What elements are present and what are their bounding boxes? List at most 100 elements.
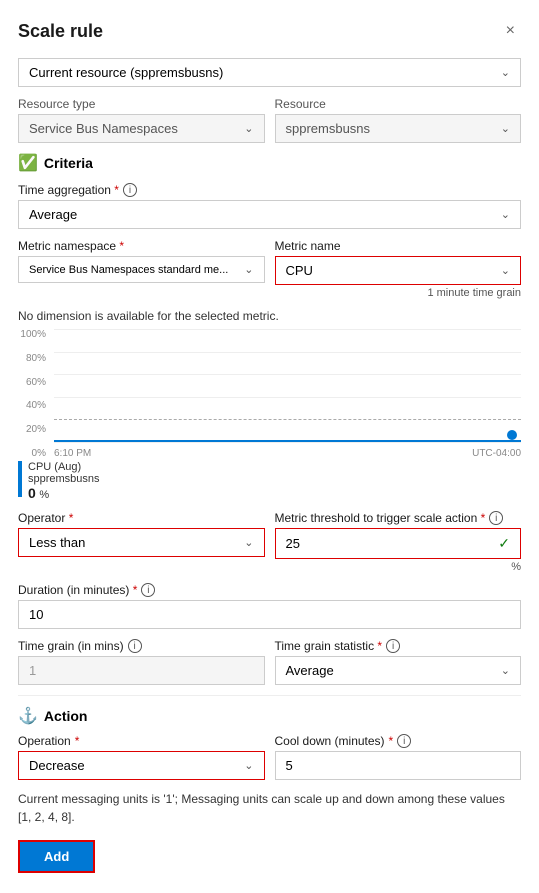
action-label: Action [44,708,88,724]
y-label-60: 60% [18,377,46,388]
grid-line-60 [54,374,521,375]
cool-down-input[interactable] [275,751,522,780]
action-section-title: ⚓ Action [18,706,521,726]
time-grain-stat-info-icon[interactable]: i [386,639,400,653]
x-label-tz: UTC-04:00 [472,448,521,459]
y-label-100: 100% [18,329,46,340]
add-button[interactable]: Add [18,840,95,873]
action-icon: ⚓ [18,706,38,726]
legend-text-group: CPU (Aug) sppremsbusns 0 % [28,461,100,501]
resource-type-row: Resource type Service Bus Namespaces ⌄ R… [18,97,521,143]
panel-title: Scale rule [18,21,103,42]
operation-label: Operation [18,734,71,748]
close-button[interactable]: × [500,20,521,42]
percent-note: % [275,561,522,573]
resource-dropdown[interactable]: Current resource (sppremsbusns) ⌄ [18,58,521,87]
metric-namespace-col: Metric namespace * Service Bus Namespace… [18,239,265,299]
operator-dropdown[interactable]: Less than ⌄ [18,528,265,557]
time-grain-label-row: Time grain (in mins) i [18,639,265,653]
cool-down-label: Cool down (minutes) [275,734,385,748]
legend-sub: sppremsbusns [28,473,100,485]
grid-line-40 [54,397,521,398]
legend-unit: % [39,489,49,501]
operator-label-row: Operator * [18,511,265,525]
resource-type-dropdown: Service Bus Namespaces ⌄ [18,114,265,143]
legend-color-bar [18,461,22,497]
chevron-down-icon-7: ⌄ [244,536,253,549]
note-group: Current messaging units is '1'; Messagin… [18,790,521,826]
time-aggregation-label-row: Time aggregation * i [18,183,521,197]
metric-namespace-dropdown[interactable]: Service Bus Namespaces standard me... ⌄ [18,256,265,283]
criteria-label: Criteria [44,155,93,171]
operator-label: Operator * [18,511,73,525]
grid-line-100 [54,329,521,330]
resource-dropdown-value: Current resource (sppremsbusns) [29,65,223,80]
legend-value: 0 [28,485,36,501]
y-label-40: 40% [18,400,46,411]
duration-group: Duration (in minutes) * i [18,583,521,629]
y-label-80: 80% [18,353,46,364]
y-label-20: 20% [18,424,46,435]
threshold-label: Metric threshold to trigger scale action… [275,511,486,525]
duration-label-row: Duration (in minutes) * i [18,583,521,597]
metric-name-label: Metric name [275,239,341,253]
time-grain-statistic-col: Time grain statistic * i Average ⌄ [275,639,522,685]
divider [18,695,521,696]
operator-threshold-row: Operator * Less than ⌄ Metric threshold … [18,511,521,573]
time-aggregation-label: Time aggregation * [18,183,119,197]
chevron-down-icon: ⌄ [501,66,510,79]
note-text: Current messaging units is '1'; Messagin… [18,790,521,826]
operation-value: Decrease [29,758,85,773]
criteria-section-title: ✅ Criteria [18,153,521,173]
chart-inner [54,329,521,443]
chart-area: 100% 80% 60% 40% 20% 0% 6:10 PM UTC-04:0… [18,329,521,459]
time-grain-stat-label: Time grain statistic * [275,639,383,653]
time-aggregation-info-icon[interactable]: i [123,183,137,197]
operation-dropdown[interactable]: Decrease ⌄ [18,751,265,780]
resource-col: Resource sppremsbusns ⌄ [275,97,522,143]
time-grain-input [18,656,265,685]
time-grain-stat-dropdown[interactable]: Average ⌄ [275,656,522,685]
cool-down-label-row: Cool down (minutes) * i [275,734,522,748]
cool-down-info-icon[interactable]: i [397,734,411,748]
chart-data-line [54,440,521,442]
metric-namespace-label: Metric namespace * [18,239,124,253]
threshold-label-row: Metric threshold to trigger scale action… [275,511,522,525]
scale-rule-panel: Scale rule × Current resource (sppremsbu… [0,0,539,893]
threshold-col: Metric threshold to trigger scale action… [275,511,522,573]
time-aggregation-group: Time aggregation * i Average ⌄ [18,183,521,229]
grid-line-80 [54,352,521,353]
threshold-info-icon[interactable]: i [489,511,503,525]
time-grain-stat-value: Average [286,663,334,678]
metric-name-value: CPU [286,263,313,278]
chart-x-labels: 6:10 PM UTC-04:00 [54,448,521,459]
metric-name-col: Metric name CPU ⌄ 1 minute time grain [275,239,522,299]
time-aggregation-value: Average [29,207,77,222]
no-dimension-text: No dimension is available for the select… [18,309,521,323]
chevron-down-icon-9: ⌄ [244,759,253,772]
chart-blue-dot [507,430,517,440]
metric-name-dropdown[interactable]: CPU ⌄ [275,256,522,285]
metric-name-label-row: Metric name [275,239,522,253]
dashed-line-20 [54,419,521,420]
cool-down-col: Cool down (minutes) * i [275,734,522,780]
legend-value-row: 0 % [28,485,100,501]
operation-label-row: Operation * [18,734,265,748]
duration-input[interactable] [18,600,521,629]
resource-type-value: Service Bus Namespaces [29,121,178,136]
grid-line-0 [54,442,521,443]
resource-label: Resource [275,97,522,111]
chevron-down-icon-6: ⌄ [501,264,510,277]
resource-type-label: Resource type [18,97,265,111]
chevron-down-icon-4: ⌄ [501,208,510,221]
resource-value: sppremsbusns [286,121,371,136]
resource-type-col: Resource type Service Bus Namespaces ⌄ [18,97,265,143]
chevron-down-icon-5: ⌄ [244,263,253,276]
operator-value: Less than [29,535,85,550]
time-aggregation-dropdown[interactable]: Average ⌄ [18,200,521,229]
operation-col: Operation * Decrease ⌄ [18,734,265,780]
time-grain-info-icon[interactable]: i [128,639,142,653]
duration-info-icon[interactable]: i [141,583,155,597]
metric-namespace-value: Service Bus Namespaces standard me... [29,264,228,276]
criteria-icon: ✅ [18,153,38,173]
